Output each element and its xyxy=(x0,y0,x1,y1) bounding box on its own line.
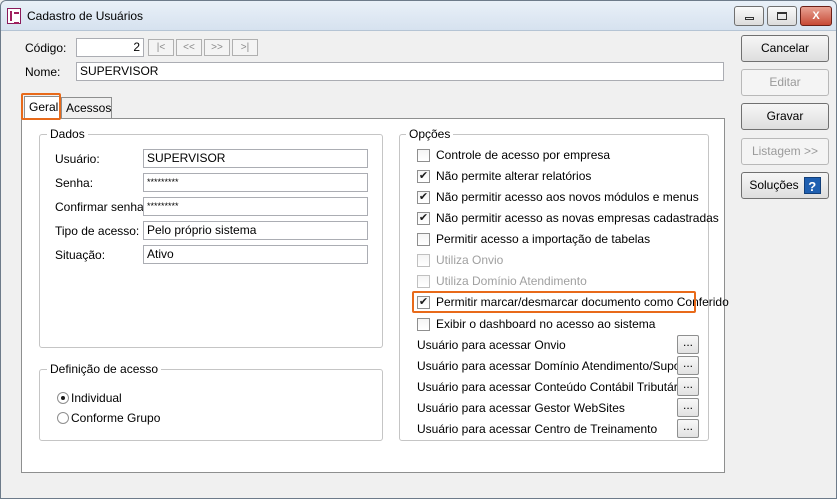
checkbox-label: Exibir o dashboard no acesso ao sistema xyxy=(436,317,656,331)
solucoes-label: Soluções xyxy=(749,178,799,192)
checkbox xyxy=(417,275,430,288)
checkbox[interactable] xyxy=(417,149,430,162)
checkbox[interactable]: ✔ xyxy=(417,212,430,225)
maximize-icon xyxy=(777,12,787,20)
radio-label: Conforme Grupo xyxy=(71,411,161,425)
dominio-atendimento-browse-button[interactable]: ... xyxy=(677,356,699,375)
conteudo-contabil-browse-button[interactable]: ... xyxy=(677,377,699,396)
checkbox-label: Não permite alterar relatórios xyxy=(436,169,592,183)
usuario-field[interactable]: SUPERVISOR xyxy=(143,149,368,168)
first-record-button[interactable]: |< xyxy=(148,39,174,56)
cancelar-button[interactable]: Cancelar xyxy=(741,35,829,62)
situacao-label: Situação: xyxy=(55,248,106,262)
opcoes-group-title: Opções xyxy=(406,127,454,141)
radio-label: Individual xyxy=(71,391,122,405)
nome-field[interactable]: SUPERVISOR xyxy=(76,62,724,81)
gravar-button[interactable]: Gravar xyxy=(741,103,829,130)
checkbox-label: Utiliza Domínio Atendimento xyxy=(436,274,587,288)
next-record-button[interactable]: >> xyxy=(204,39,230,56)
checkbox-label: Não permitir acesso aos novos módulos e … xyxy=(436,190,699,204)
checkbox[interactable] xyxy=(417,233,430,246)
radio-button[interactable] xyxy=(57,392,69,404)
minimize-icon xyxy=(744,17,754,20)
user-row-label: Usuário para acessar Conteúdo Contábil T… xyxy=(417,380,688,394)
tab-acessos[interactable]: Acessos xyxy=(61,97,112,119)
close-icon: X xyxy=(812,10,820,22)
previous-record-button[interactable]: << xyxy=(176,39,202,56)
radio-button[interactable] xyxy=(57,412,69,424)
checkbox-label: Utiliza Onvio xyxy=(436,253,504,267)
confirmar-senha-label: Confirmar senha: xyxy=(55,200,148,214)
user-row-label: Usuário para acessar Centro de Treinamen… xyxy=(417,422,658,436)
senha-label: Senha: xyxy=(55,176,94,190)
checkbox[interactable]: ✔ xyxy=(417,170,430,183)
editar-button[interactable]: Editar xyxy=(741,69,829,96)
user-row-label: Usuário para acessar Onvio xyxy=(417,338,566,352)
codigo-label: Código: xyxy=(25,41,67,55)
senha-field[interactable]: ********* xyxy=(143,173,368,192)
codigo-field[interactable]: 2 xyxy=(76,38,144,57)
user-registration-window: Cadastro de Usuários X Código: 2 |< << >… xyxy=(0,0,837,499)
definicao-group xyxy=(39,369,383,441)
solucoes-button[interactable]: Soluções? xyxy=(741,172,829,199)
situacao-field[interactable]: Ativo xyxy=(143,245,368,264)
gestor-websites-browse-button[interactable]: ... xyxy=(677,398,699,417)
confirmar-senha-field[interactable]: ********* xyxy=(143,197,368,216)
checkbox[interactable]: ✔ xyxy=(417,191,430,204)
usuario-label: Usuário: xyxy=(55,152,100,166)
user-row-label: Usuário para acessar Gestor WebSites xyxy=(417,401,625,415)
checkbox[interactable] xyxy=(417,318,430,331)
conferido-highlight xyxy=(412,291,696,313)
help-icon: ? xyxy=(803,177,821,195)
close-button[interactable]: X xyxy=(800,6,832,26)
minimize-button[interactable] xyxy=(734,6,764,26)
last-record-button[interactable]: >| xyxy=(232,39,258,56)
onvio-user-browse-button[interactable]: ... xyxy=(677,335,699,354)
listagem-button[interactable]: Listagem >> xyxy=(741,138,829,165)
title-bar[interactable]: Cadastro de Usuários X xyxy=(1,1,836,31)
tipo-acesso-field[interactable]: Pelo próprio sistema xyxy=(143,221,368,240)
checkbox-label: Controle de acesso por empresa xyxy=(436,148,611,162)
tipo-acesso-label: Tipo de acesso: xyxy=(55,224,140,238)
maximize-button[interactable] xyxy=(767,6,797,26)
nome-label: Nome: xyxy=(25,65,61,79)
tab-highlight xyxy=(21,93,61,120)
window-title: Cadastro de Usuários xyxy=(27,9,144,23)
checkbox xyxy=(417,254,430,267)
definicao-group-title: Definição de acesso xyxy=(47,362,162,376)
user-row-label: Usuário para acessar Domínio Atendimento… xyxy=(417,359,695,373)
checkbox-label: Permitir acesso a importação de tabelas xyxy=(436,232,651,246)
checkbox-label: Não permitir acesso as novas empresas ca… xyxy=(436,211,719,225)
dados-group-title: Dados xyxy=(47,127,88,141)
centro-treinamento-browse-button[interactable]: ... xyxy=(677,419,699,438)
app-icon xyxy=(7,8,21,24)
